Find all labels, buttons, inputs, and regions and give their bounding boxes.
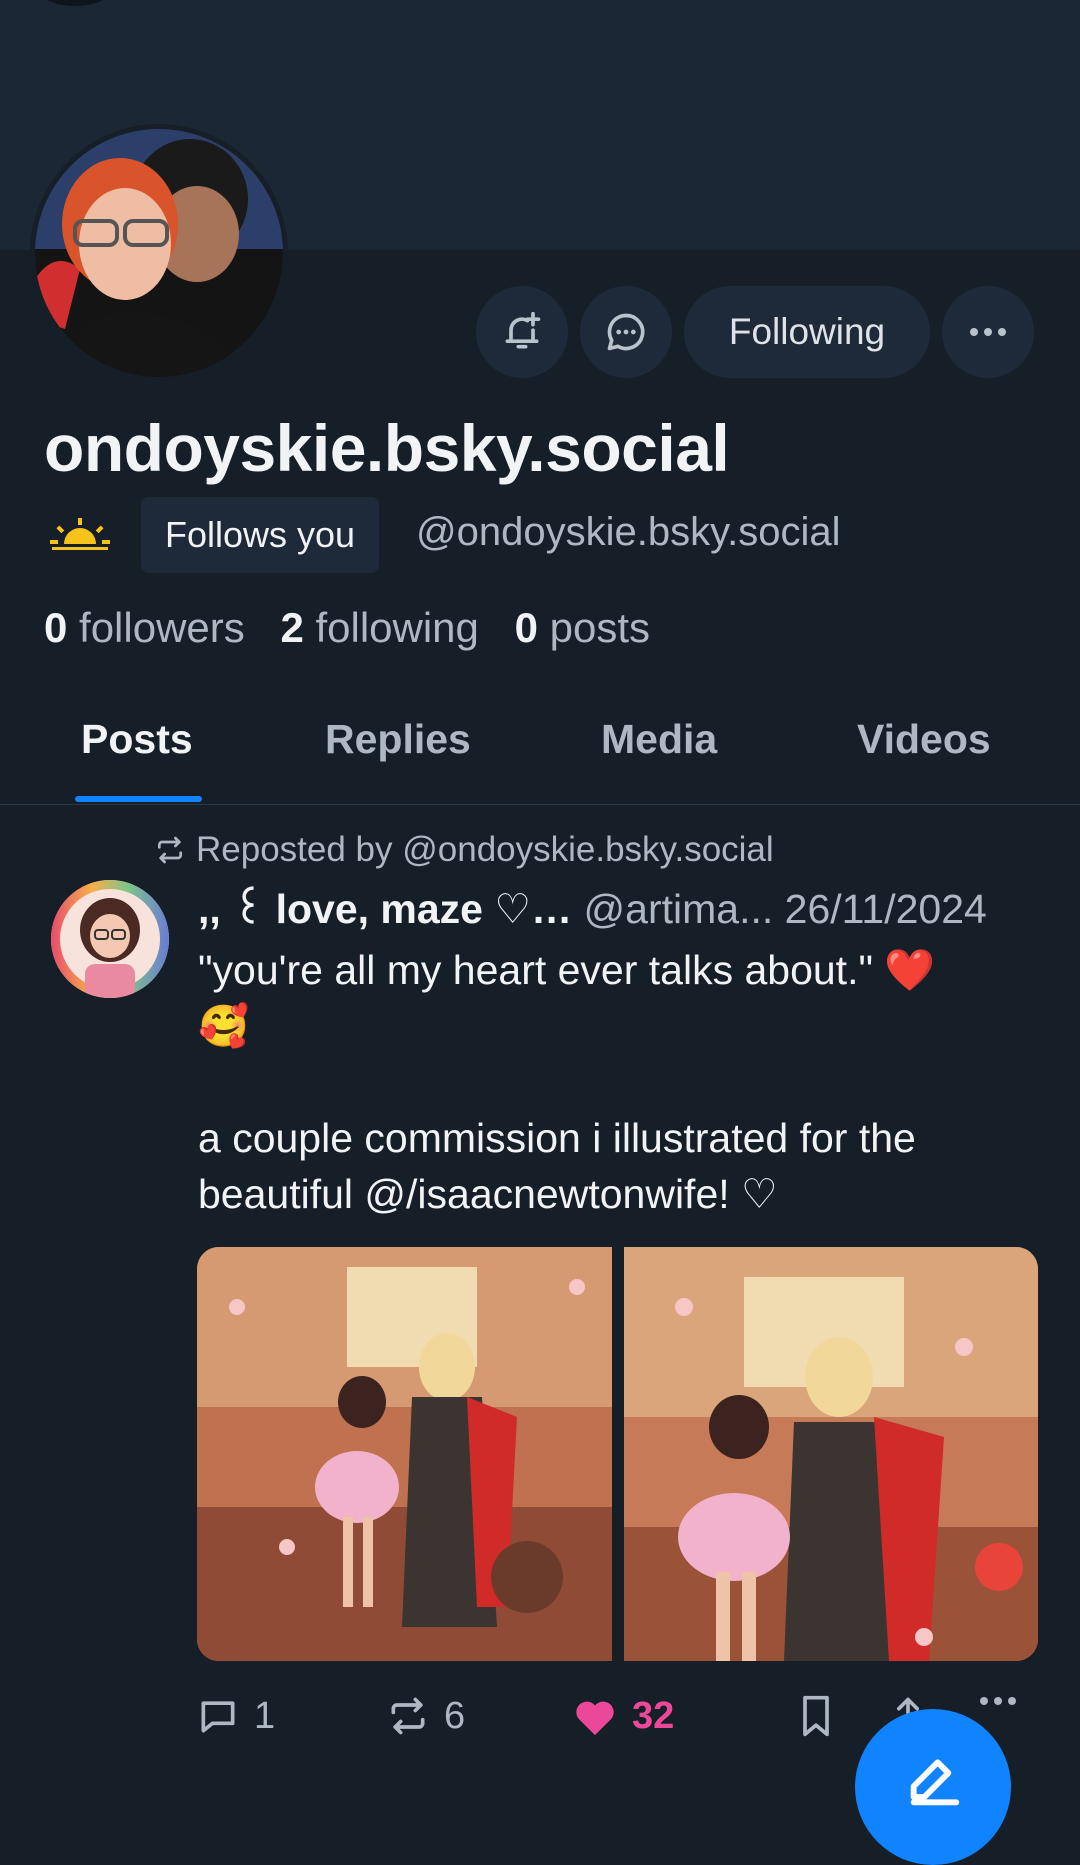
post-images xyxy=(197,1247,1038,1661)
bookmark-icon xyxy=(803,1695,829,1737)
following-count[interactable]: 2 xyxy=(280,604,303,651)
profile-display-name: ondoyskie.bsky.social xyxy=(44,411,730,485)
like-button[interactable]: 32 xyxy=(572,1694,674,1738)
following-label[interactable]: following xyxy=(315,604,478,651)
posts-label: posts xyxy=(549,604,650,651)
chat-icon xyxy=(607,313,645,351)
illustration-image xyxy=(197,1247,612,1661)
more-button[interactable] xyxy=(942,286,1034,378)
repost-line[interactable]: Reposted by @ondoyskie.bsky.social xyxy=(154,830,774,870)
followers-label[interactable]: followers xyxy=(79,604,245,651)
repost-icon xyxy=(391,1697,425,1735)
followers-count[interactable]: 0 xyxy=(44,604,67,651)
post-more-button[interactable] xyxy=(976,1694,1020,1708)
posts-count: 0 xyxy=(514,604,538,651)
author-avatar-image xyxy=(51,880,169,998)
sun-icon xyxy=(50,518,110,550)
active-tab-indicator xyxy=(75,796,202,802)
compose-icon xyxy=(910,1759,960,1806)
avatar-photo xyxy=(35,129,283,377)
follows-you-badge: Follows you xyxy=(141,497,380,573)
repost-label: Reposted by @ondoyskie.bsky.social xyxy=(196,830,774,869)
bookmark-button[interactable] xyxy=(796,1694,836,1738)
post-author-name[interactable]: ,, ꒰ love, maze ♡… xyxy=(198,886,572,932)
reply-button[interactable]: 1 xyxy=(196,1694,275,1738)
repost-icon xyxy=(158,836,182,864)
compose-button[interactable] xyxy=(855,1709,1011,1865)
notify-button[interactable] xyxy=(476,286,568,378)
tab-videos[interactable]: Videos xyxy=(857,716,991,763)
profile-handle: @ondoyskie.bsky.social xyxy=(416,510,841,554)
back-button[interactable] xyxy=(40,0,110,6)
post-image-2[interactable] xyxy=(623,1247,1038,1661)
post-text[interactable]: "you're all my heart ever talks about." … xyxy=(198,942,1038,1222)
post-text-line: a couple commission i illustrated for th… xyxy=(198,1115,916,1217)
tab-posts[interactable]: Posts xyxy=(81,716,193,763)
more-icon xyxy=(970,328,1006,336)
post-text-line: 🥰 xyxy=(198,1003,250,1049)
more-icon xyxy=(980,1697,1016,1705)
post-author-handle[interactable]: @artima... xyxy=(584,886,774,932)
reply-count: 1 xyxy=(254,1694,276,1737)
tab-replies[interactable]: Replies xyxy=(325,716,471,763)
profile-tabs: Posts Replies Media Videos xyxy=(0,704,1080,805)
following-button[interactable]: Following xyxy=(684,286,930,378)
message-button[interactable] xyxy=(580,286,672,378)
repost-count: 6 xyxy=(444,1694,466,1737)
post-date[interactable]: 26/11/2024 xyxy=(785,886,987,932)
post-author-avatar[interactable] xyxy=(51,880,169,998)
post-text-line: "you're all my heart ever talks about." … xyxy=(198,947,936,993)
bell-plus-icon xyxy=(505,311,541,349)
repost-button[interactable]: 6 xyxy=(386,1694,465,1738)
illustration-image xyxy=(623,1247,1038,1661)
like-count: 32 xyxy=(632,1694,675,1737)
profile-stats: 0 followers 2 following 0 posts xyxy=(44,604,650,652)
profile-avatar[interactable] xyxy=(30,124,288,382)
heart-icon xyxy=(576,1701,614,1736)
post-header[interactable]: ,, ꒰ love, maze ♡… @artima... 26/11/2024 xyxy=(198,880,1036,934)
tab-media[interactable]: Media xyxy=(601,716,717,763)
reply-icon xyxy=(201,1701,235,1733)
post-image-1[interactable] xyxy=(197,1247,612,1661)
